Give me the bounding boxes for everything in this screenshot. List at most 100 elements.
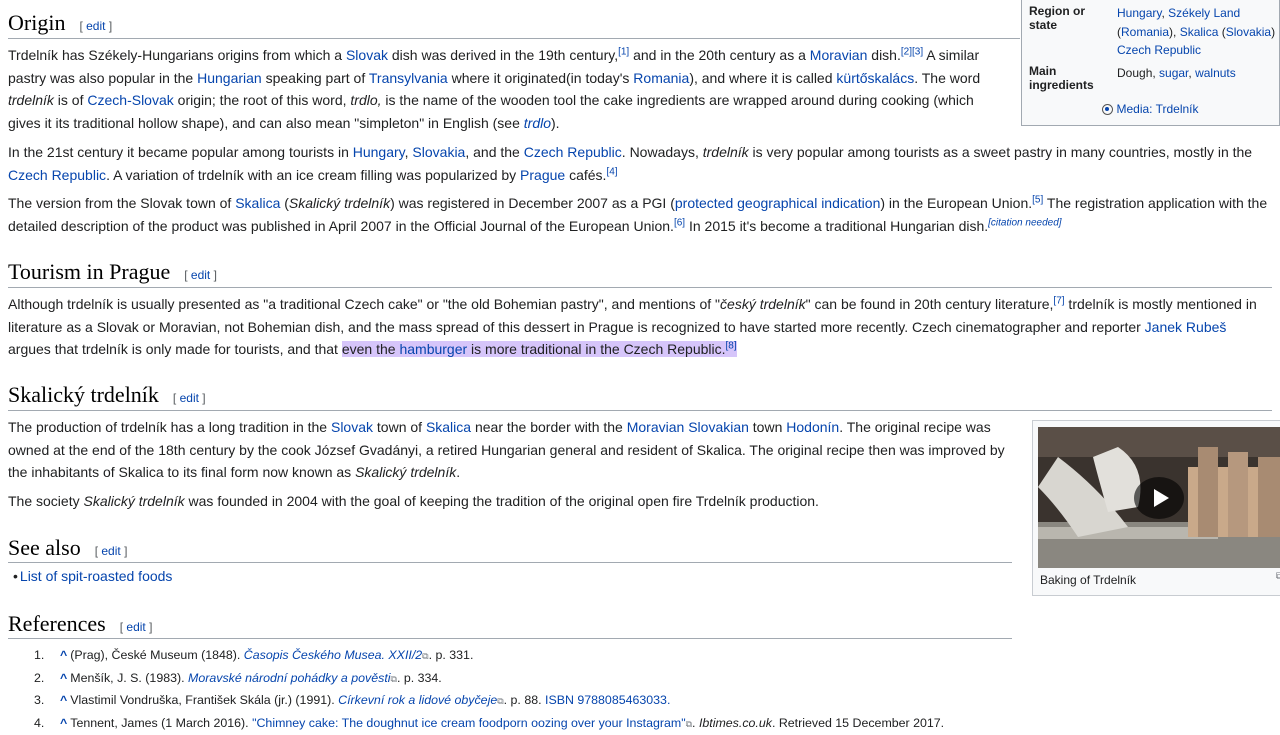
ref-backlink[interactable]: ^ xyxy=(60,693,67,707)
link-czech-republic[interactable]: Czech Republic xyxy=(8,167,106,183)
origin-paragraph-3: The version from the Slovak town of Skal… xyxy=(8,192,1270,237)
highlighted-selection[interactable]: even the hamburger is more traditional i… xyxy=(342,341,737,357)
video-player[interactable] xyxy=(1038,427,1280,568)
text: , and the xyxy=(465,144,523,160)
play-icon[interactable] xyxy=(1134,477,1184,519)
link-slovakia[interactable]: Slovakia xyxy=(412,144,465,160)
references-list: 1.^(Prag), České Museum (1848). Časopis … xyxy=(8,645,944,735)
link-kurtoskalacs[interactable]: kürtőskalács xyxy=(836,70,914,86)
ref-text: . p. 88. xyxy=(504,693,545,707)
ingredient-dough: Dough, xyxy=(1117,66,1159,80)
edit-section-references: [ edit ] xyxy=(120,620,153,634)
ref-backlink[interactable]: ^ xyxy=(60,716,67,730)
edit-section-skalicky: [ edit ] xyxy=(173,391,206,405)
link-slovak[interactable]: Slovak xyxy=(331,419,373,435)
link-hungary[interactable]: Hungary xyxy=(353,144,405,160)
text: where it originated(in today's xyxy=(448,70,634,86)
ref-site: Ibtimes.co.uk xyxy=(699,716,772,730)
link-transylvania[interactable]: Transylvania xyxy=(369,70,448,86)
text: town xyxy=(749,419,786,435)
text: even the xyxy=(342,341,400,357)
heading-rule xyxy=(8,638,1012,639)
ref-text: . Retrieved 15 December 2017. xyxy=(772,716,944,730)
ref-title-link[interactable]: "Chimney cake: The doughnut ice cream fo… xyxy=(252,716,686,730)
ref-title-link[interactable]: Moravské národní pohádky a pověsti xyxy=(188,671,391,685)
edit-link-origin[interactable]: edit xyxy=(86,19,105,33)
reference-item: 2. ^Menšík, J. S. (1983). Moravské národn… xyxy=(8,668,944,691)
ref-text: Vlastimil Vondruška, František Skála (jr… xyxy=(70,693,338,707)
link-hamburger[interactable]: hamburger xyxy=(399,341,467,357)
link-prague[interactable]: Prague xyxy=(520,167,565,183)
edit-link-skalicky[interactable]: edit xyxy=(180,391,199,405)
ref-title-link[interactable]: Církevní rok a lidové obyčeje xyxy=(338,693,497,707)
video-thumbnail-box: Baking of Trdelník ⧉ xyxy=(1032,420,1280,596)
edit-link-tourism[interactable]: edit xyxy=(191,268,210,282)
text: near the border with the xyxy=(471,419,627,435)
ref-7[interactable]: [7] xyxy=(1053,295,1064,306)
sep: ), xyxy=(1169,25,1180,39)
text: The version from the Slovak town of xyxy=(8,195,235,211)
link-romania[interactable]: Romania xyxy=(1121,25,1169,39)
link-czech-republic[interactable]: Czech Republic xyxy=(1117,43,1201,57)
heading-rule xyxy=(8,38,1020,39)
ref-3[interactable]: [3] xyxy=(912,46,923,57)
text: . A variation of trdelník with an ice cr… xyxy=(106,167,520,183)
link-moravian-slovakia[interactable]: Moravian Slovakian xyxy=(627,419,749,435)
edit-link-see-also[interactable]: edit xyxy=(101,544,120,558)
ref-text: . p. 331. xyxy=(429,648,474,662)
link-skalica[interactable]: Skalica xyxy=(1180,25,1219,39)
ref-6[interactable]: [6] xyxy=(674,217,685,228)
link-sugar[interactable]: sugar xyxy=(1159,66,1188,80)
ref-8[interactable]: [8] xyxy=(726,340,737,351)
link-trdlo[interactable]: trdlo xyxy=(524,115,551,131)
link-romania[interactable]: Romania xyxy=(633,70,689,86)
enlarge-icon[interactable]: ⧉ xyxy=(1276,571,1280,582)
link-slovakia[interactable]: Slovakia xyxy=(1226,25,1271,39)
citation-needed-link[interactable]: [citation needed] xyxy=(988,217,1061,228)
ref-title-link[interactable]: Časopis Českého Musea. XXII/2 xyxy=(244,648,422,662)
media-link[interactable]: Media: Trdelník xyxy=(1116,102,1198,116)
text: . The word xyxy=(914,70,980,86)
ref-number: 4. xyxy=(34,713,54,735)
link-pgi[interactable]: protected geographical indication xyxy=(675,195,880,211)
reference-item: 1.^(Prag), České Museum (1848). Časopis … xyxy=(8,645,944,668)
edit-section-origin: [ edit ] xyxy=(79,19,112,33)
text: argues that trdelník is only made for to… xyxy=(8,341,342,357)
link-janek-rubes[interactable]: Janek Rubeš xyxy=(1145,319,1227,335)
link-hodonin[interactable]: Hodonín xyxy=(786,419,839,435)
heading-references: References[ edit ] xyxy=(8,611,152,637)
text: ( xyxy=(280,195,289,211)
link-hungarian[interactable]: Hungarian xyxy=(197,70,262,86)
text: is more traditional in the Czech Republi… xyxy=(467,341,725,357)
commons-media-icon xyxy=(1102,104,1113,115)
reference-item: 3.^Vlastimil Vondruška, František Skála … xyxy=(8,690,944,713)
ref-number: 2. xyxy=(34,668,54,690)
link-slovak[interactable]: Slovak xyxy=(346,47,388,63)
ref-4[interactable]: [4] xyxy=(606,166,617,177)
ref-text: Menšík, J. S. (1983). xyxy=(70,671,188,685)
link-skalica[interactable]: Skalica xyxy=(235,195,280,211)
link-spit-roasted-foods[interactable]: List of spit-roasted foods xyxy=(20,568,173,584)
ref-backlink[interactable]: ^ xyxy=(60,671,67,685)
infobox: Region or state Hungary, Székely Land (R… xyxy=(1021,0,1280,126)
text: dish was derived in the 19th century, xyxy=(388,47,618,63)
link-czech-republic[interactable]: Czech Republic xyxy=(524,144,622,160)
link-walnuts[interactable]: walnuts xyxy=(1195,66,1236,80)
ref-backlink[interactable]: ^ xyxy=(60,648,67,662)
isbn-link[interactable]: ISBN 9788085463033. xyxy=(545,693,670,707)
ref-5[interactable]: [5] xyxy=(1032,194,1043,205)
region-values: Hungary, Székely Land (Romania), Skalica… xyxy=(1117,4,1280,60)
link-czech-slovak[interactable]: Czech-Slovak xyxy=(87,92,173,108)
text: ) in the European Union. xyxy=(880,195,1032,211)
link-szekely-land[interactable]: Székely Land xyxy=(1168,6,1240,20)
link-hungary[interactable]: Hungary xyxy=(1117,6,1161,20)
italic-term: Skalický trdelník xyxy=(83,493,184,509)
link-moravian[interactable]: Moravian xyxy=(810,47,868,63)
reference-item: 4.^Tennent, James (1 March 2016). "Chimn… xyxy=(8,713,944,735)
video-caption: Baking of Trdelník xyxy=(1040,573,1136,587)
edit-link-references[interactable]: edit xyxy=(126,620,145,634)
link-skalica[interactable]: Skalica xyxy=(426,419,471,435)
ref-1[interactable]: [1] xyxy=(618,46,629,57)
text: town of xyxy=(373,419,426,435)
ref-2[interactable]: [2] xyxy=(901,46,912,57)
